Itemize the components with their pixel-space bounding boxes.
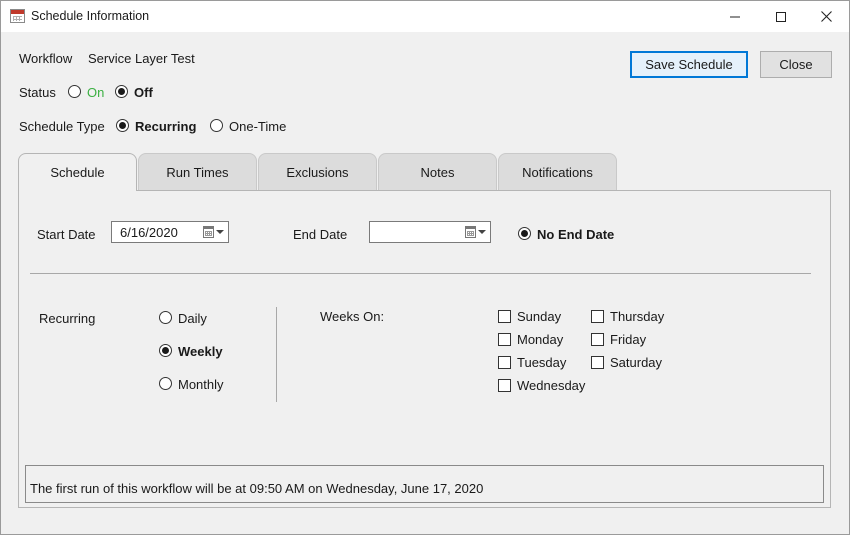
status-off-radio[interactable]	[115, 85, 128, 98]
status-off-label[interactable]: Off	[134, 85, 153, 100]
friday-label[interactable]: Friday	[610, 332, 646, 347]
minimize-button[interactable]	[712, 1, 758, 32]
status-label: Status	[19, 85, 56, 100]
workflow-value: Service Layer Test	[88, 51, 195, 66]
daily-label[interactable]: Daily	[178, 311, 207, 326]
monthly-radio[interactable]	[159, 377, 172, 390]
daily-radio[interactable]	[159, 311, 172, 324]
wednesday-checkbox[interactable]	[498, 379, 511, 392]
tab-exclusions[interactable]: Exclusions	[258, 153, 377, 190]
weeks-on-label: Weeks On:	[320, 309, 385, 324]
sunday-checkbox[interactable]	[498, 310, 511, 323]
close-window-button[interactable]	[803, 1, 849, 32]
title-bar[interactable]: Schedule Information	[1, 1, 849, 32]
first-run-info-box: The first run of this workflow will be a…	[25, 465, 824, 503]
friday-checkbox[interactable]	[591, 333, 604, 346]
minimize-icon	[730, 16, 740, 17]
recurring-label: Recurring	[39, 311, 96, 326]
wednesday-label[interactable]: Wednesday	[517, 378, 585, 393]
no-end-date-radio[interactable]	[518, 227, 531, 240]
start-date-label: Start Date	[37, 227, 96, 242]
section-divider	[30, 273, 811, 274]
end-date-label: End Date	[293, 227, 348, 242]
tab-schedule[interactable]: Schedule	[18, 153, 137, 191]
no-end-date-label[interactable]: No End Date	[537, 227, 614, 242]
monthly-label[interactable]: Monthly	[178, 377, 224, 392]
thursday-checkbox[interactable]	[591, 310, 604, 323]
sunday-label[interactable]: Sunday	[517, 309, 561, 324]
start-date-picker[interactable]: 6/16/2020	[111, 221, 229, 243]
calendar-icon	[203, 226, 214, 238]
weekly-radio[interactable]	[159, 344, 172, 357]
status-on-label[interactable]: On	[87, 85, 104, 100]
tuesday-label[interactable]: Tuesday	[517, 355, 566, 370]
type-one-time-label[interactable]: One-Time	[229, 119, 286, 134]
tab-notifications[interactable]: Notifications	[498, 153, 617, 190]
status-on-radio[interactable]	[68, 85, 81, 98]
thursday-label[interactable]: Thursday	[610, 309, 664, 324]
first-run-info-text: The first run of this workflow will be a…	[30, 481, 484, 496]
end-date-picker[interactable]	[369, 221, 491, 243]
maximize-button[interactable]	[758, 1, 804, 32]
tab-notes[interactable]: Notes	[378, 153, 497, 190]
monday-label[interactable]: Monday	[517, 332, 563, 347]
window-title: Schedule Information	[31, 9, 150, 23]
tab-run-times[interactable]: Run Times	[138, 153, 257, 190]
calendar-app-icon	[10, 9, 25, 23]
dropdown-arrow-icon	[216, 230, 224, 234]
calendar-icon	[465, 226, 476, 238]
type-one-time-radio[interactable]	[210, 119, 223, 132]
start-date-value: 6/16/2020	[120, 225, 178, 240]
dropdown-arrow-icon	[478, 230, 486, 234]
weekly-label[interactable]: Weekly	[178, 344, 223, 359]
schedule-window: Schedule Information Workflow Service La…	[0, 0, 850, 535]
maximize-icon	[776, 11, 786, 22]
type-recurring-label[interactable]: Recurring	[135, 119, 196, 134]
saturday-checkbox[interactable]	[591, 356, 604, 369]
close-icon	[820, 11, 832, 22]
type-recurring-radio[interactable]	[116, 119, 129, 132]
workflow-label: Workflow	[19, 51, 73, 66]
saturday-label[interactable]: Saturday	[610, 355, 662, 370]
tuesday-checkbox[interactable]	[498, 356, 511, 369]
vertical-divider	[276, 307, 277, 402]
monday-checkbox[interactable]	[498, 333, 511, 346]
close-button[interactable]: Close	[760, 51, 832, 78]
save-schedule-button[interactable]: Save Schedule	[630, 51, 748, 78]
schedule-type-label: Schedule Type	[19, 119, 105, 134]
